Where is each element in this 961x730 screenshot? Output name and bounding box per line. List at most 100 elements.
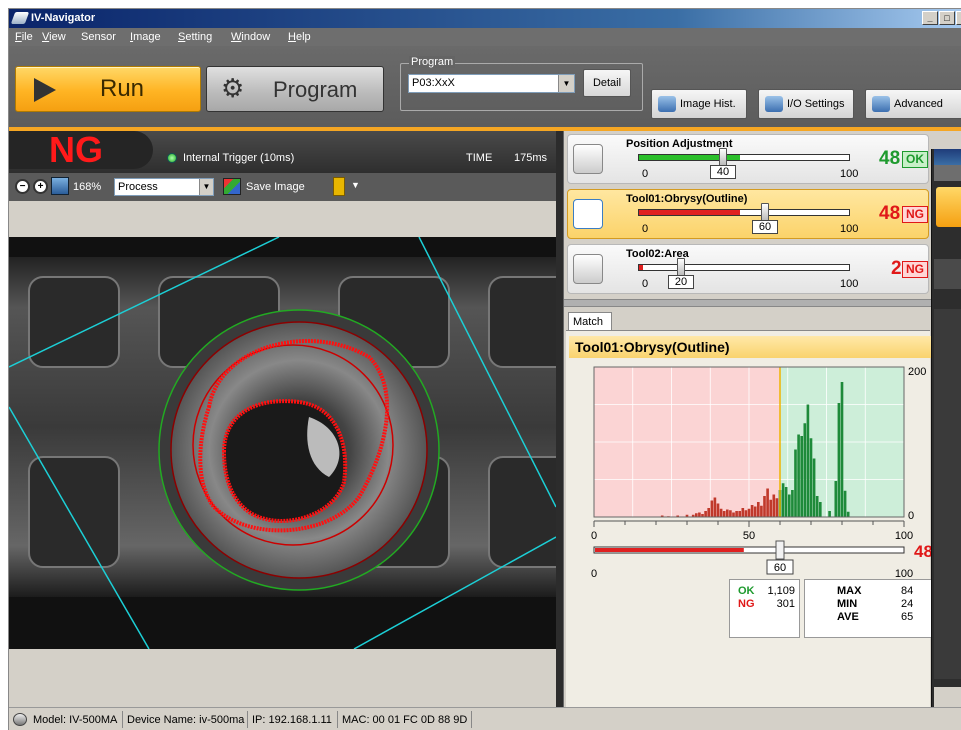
score-min: 0 (642, 278, 649, 290)
advanced-settings-icon (872, 96, 890, 112)
image-pane-footer (9, 649, 556, 707)
ave-label: AVE (837, 611, 859, 623)
histogram-bar (787, 494, 791, 517)
program-select-value: P03:XxX (412, 77, 455, 89)
trigger-text: Internal Trigger (10ms) (183, 152, 295, 164)
program-button[interactable]: ⚙ Program (206, 66, 384, 112)
tool-card-position-adjustment[interactable]: Position Adjustment 0 40 100 48 OK (567, 134, 929, 184)
score-slider-fill (595, 548, 744, 552)
histogram-bar (834, 481, 838, 517)
zoom-level: 168% (73, 181, 102, 193)
chevron-down-icon[interactable]: ▼ (558, 75, 574, 92)
sensor-icon (13, 713, 27, 726)
histogram-bar (716, 503, 720, 517)
histogram-bar (818, 502, 822, 517)
histogram-bar (806, 404, 810, 517)
run-button[interactable]: Run (15, 66, 201, 112)
menu-sensor[interactable]: Sensor (81, 30, 116, 44)
fit-to-window-icon[interactable] (51, 177, 69, 195)
menu-file[interactable]: File (15, 30, 33, 44)
result-bar: NG Internal Trigger (10ms) TIME 175ms (9, 129, 556, 173)
program-group-label: Program (409, 56, 456, 68)
program-select[interactable]: P03:XxX ▼ (408, 74, 575, 93)
histogram-bar (747, 508, 751, 517)
histogram-bar (800, 436, 804, 517)
threshold-value[interactable]: 60 (752, 220, 778, 234)
pane-splitter[interactable] (556, 131, 563, 707)
gear-icon: ⚙ (221, 73, 245, 103)
detail-button[interactable]: Detail (583, 69, 631, 97)
save-image-icon[interactable] (223, 178, 241, 195)
outline-tool-icon (573, 199, 603, 229)
score-min: 0 (642, 223, 649, 235)
display-mode-select[interactable]: Process ▼ (114, 178, 214, 196)
save-image-button[interactable]: Save Image (246, 181, 305, 193)
histogram-bar (732, 512, 735, 517)
tool-card-tool01[interactable]: Tool01:Obrysy(Outline) 0 60 100 48 NG (567, 189, 929, 239)
score-bar (638, 264, 850, 271)
threshold-slider-thumb[interactable] (677, 258, 685, 276)
score-value: 2 (891, 258, 902, 279)
maximize-button[interactable]: □ (939, 11, 955, 25)
histogram-bar (815, 496, 819, 517)
title-bar[interactable]: IV-Navigator _ □ × (9, 9, 961, 28)
histogram-bar (694, 513, 698, 517)
ok-ng-count-box: OK 1,109 NG 301 (729, 579, 800, 638)
tab-match[interactable]: Match (568, 312, 612, 331)
minimize-button[interactable]: _ (922, 11, 938, 25)
histogram-bar (735, 511, 738, 517)
judgement-text: NG (49, 129, 103, 170)
secondary-statusbar (934, 687, 961, 707)
judgement-badge: NG (902, 206, 928, 223)
status-mac: MAC: 00 01 FC 0D 88 9D (342, 714, 468, 726)
secondary-window-peek[interactable] (931, 149, 961, 707)
image-hist-button[interactable]: Image Hist. (651, 89, 747, 119)
main-toolbar: Run ⚙ Program Program P03:XxX ▼ Detail I… (9, 46, 961, 127)
histogram-bar (843, 490, 847, 517)
menu-setting[interactable]: Setting (178, 30, 212, 44)
close-button[interactable]: × (956, 11, 961, 25)
histogram-bar (729, 510, 732, 517)
threshold-slider-thumb[interactable] (719, 148, 727, 166)
io-settings-icon (765, 96, 783, 112)
histogram-bar (741, 508, 745, 517)
io-settings-button[interactable]: I/O Settings (758, 89, 854, 119)
chevron-down-icon[interactable]: ▼ (351, 180, 360, 190)
threshold-value[interactable]: 40 (710, 165, 736, 179)
zoom-in-icon[interactable]: + (33, 179, 48, 194)
folder-icon[interactable] (333, 177, 345, 196)
histogram-bar (738, 511, 742, 517)
secondary-image (934, 309, 961, 679)
trigger-status-icon (167, 153, 177, 163)
zoom-out-icon[interactable]: − (15, 179, 30, 194)
histogram-bar (812, 458, 816, 517)
play-icon (34, 78, 56, 102)
secondary-toolbar (934, 259, 961, 289)
position-adjustment-icon (573, 144, 603, 174)
histogram-bar (713, 497, 717, 517)
histogram-bar (744, 510, 748, 517)
menu-help[interactable]: Help (288, 30, 311, 44)
histogram-bar (698, 512, 701, 517)
histogram-bar (756, 502, 760, 517)
menu-image[interactable]: Image (130, 30, 161, 44)
status-separator (337, 711, 338, 728)
threshold-slider-thumb[interactable] (761, 203, 769, 221)
chevron-down-icon[interactable]: ▼ (199, 179, 213, 195)
min-label: MIN (837, 598, 858, 610)
advanced-button[interactable]: Advanced (865, 89, 961, 119)
histogram-bar (794, 449, 797, 517)
camera-image[interactable] (9, 236, 570, 650)
slider-min: 0 (591, 568, 597, 580)
menu-window[interactable]: Window (231, 30, 270, 44)
histogram-bar (781, 483, 785, 517)
x-tick-label: 100 (895, 530, 913, 542)
panel-divider[interactable] (564, 299, 932, 307)
menu-view[interactable]: View (42, 30, 66, 44)
histogram-bar (719, 508, 723, 517)
tool-card-tool02[interactable]: Tool02:Area 0 20 100 2 NG (567, 244, 929, 294)
y-tick-label: 0 (908, 510, 914, 522)
threshold-value[interactable]: 20 (668, 275, 694, 289)
histogram-bar (775, 498, 779, 517)
histogram-bar (725, 509, 729, 517)
